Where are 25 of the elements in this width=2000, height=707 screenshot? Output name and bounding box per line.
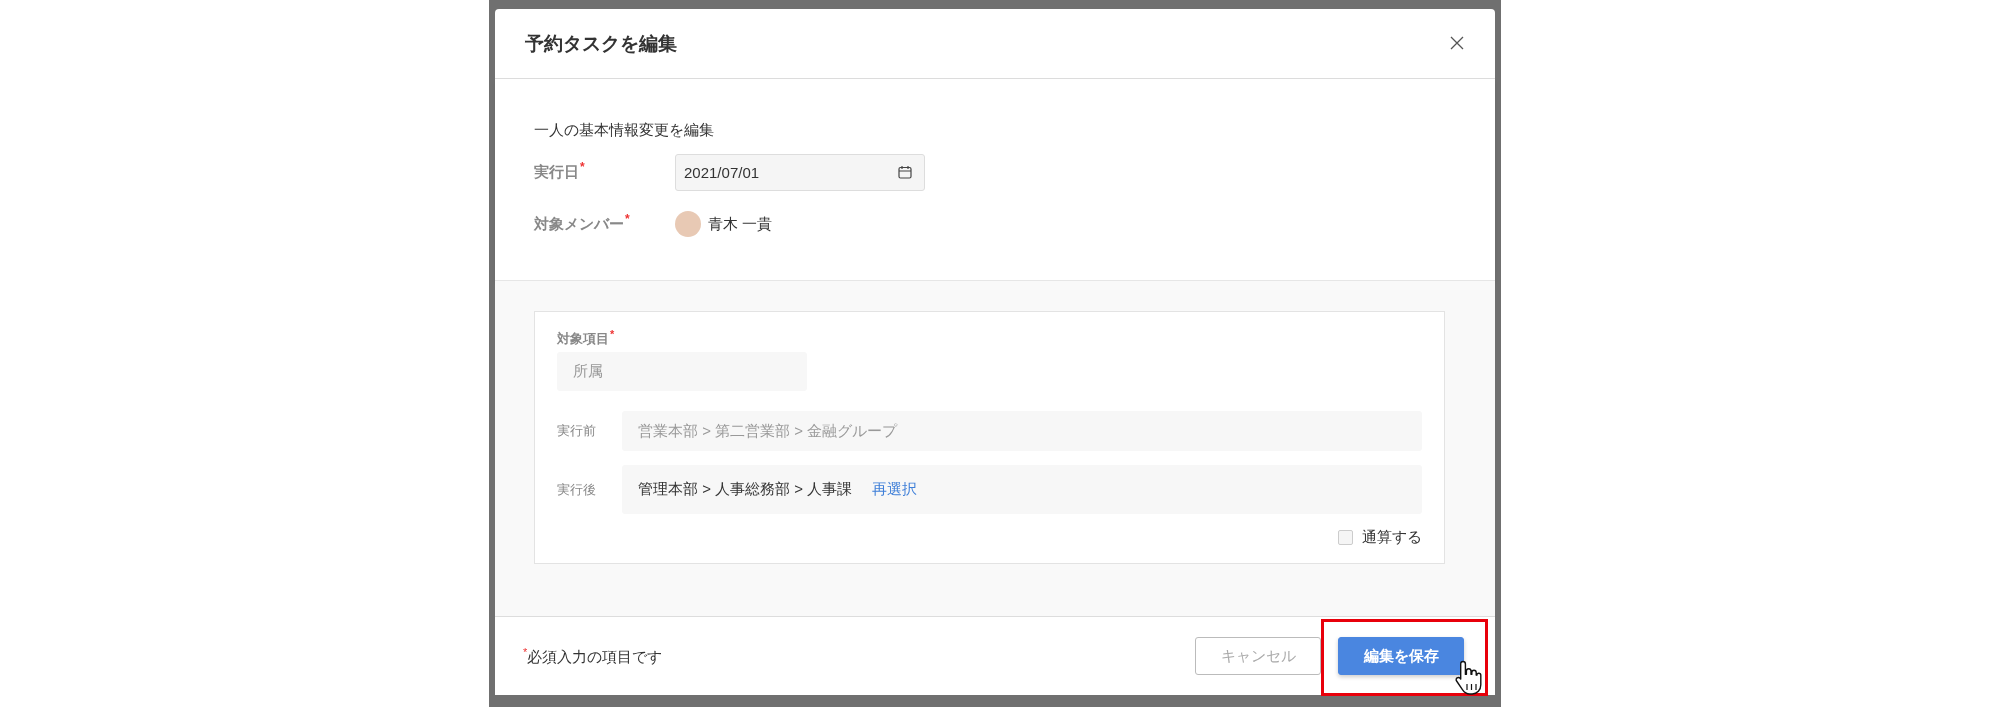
calendar-icon[interactable] xyxy=(898,165,912,179)
checkbox-label: 通算する xyxy=(1362,528,1422,548)
required-mark: * xyxy=(580,160,585,174)
required-note: $^{*}$必須入力の項目です xyxy=(523,645,663,667)
required-mark: * xyxy=(625,212,630,226)
field-label: 対象メンバー xyxy=(534,215,624,232)
checkbox[interactable] xyxy=(1338,530,1353,546)
avatar xyxy=(675,211,701,237)
value-field: 営業本部 > 第二営業部 > 金融グループ xyxy=(622,411,1422,452)
required-mark: * xyxy=(610,328,615,340)
reselect-link[interactable]: 再選択 xyxy=(872,480,918,500)
field-label: 対象項目 xyxy=(557,331,609,347)
field-label: 実行日 xyxy=(534,163,579,180)
section-subtitle: 一人の基本情報変更を編集 xyxy=(534,121,714,140)
cancel-button[interactable]: キャンセル xyxy=(1195,637,1321,675)
close-icon xyxy=(1450,35,1464,50)
value-field[interactable]: 管理本部 > 人事総務部 > 人事課 再選択 xyxy=(622,465,1422,515)
save-button[interactable]: 編集を保存 xyxy=(1338,637,1464,675)
row-label: 実行前 xyxy=(557,422,597,441)
close-button[interactable] xyxy=(1449,35,1465,52)
dialog-title: 予約タスクを編集 xyxy=(525,31,677,56)
date-field[interactable]: 2021/07/01 xyxy=(675,153,925,191)
member-name: 青木 一貴 xyxy=(708,214,773,234)
item-field[interactable]: 所属 xyxy=(557,352,807,392)
row-label: 実行後 xyxy=(557,480,597,499)
